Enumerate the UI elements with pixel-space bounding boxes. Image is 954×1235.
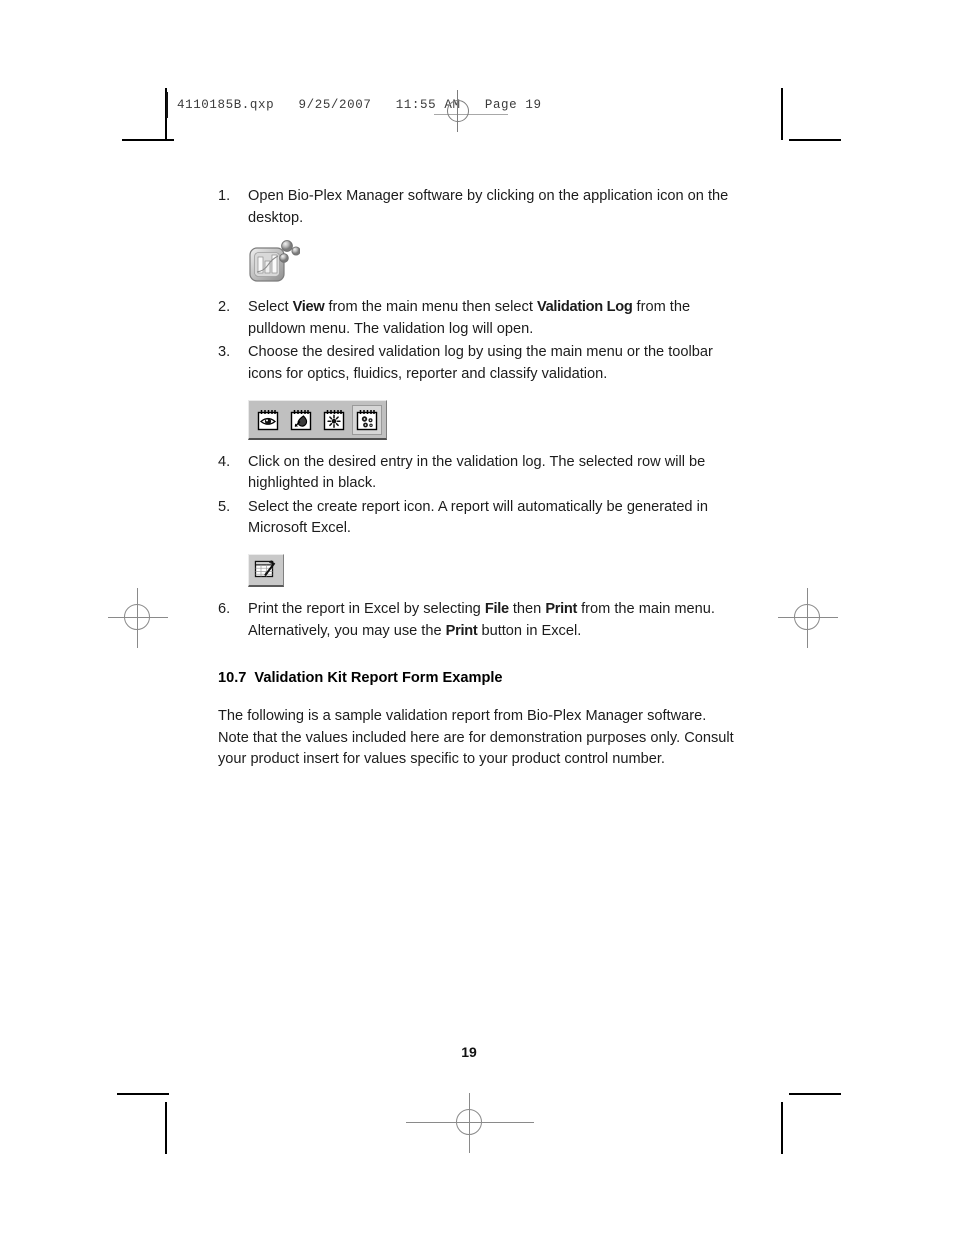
crop-mark-top-right-vertical (781, 88, 783, 140)
instruction-step-5: 5. Select the create report icon. A repo… (218, 497, 734, 540)
instruction-step-2: 2. Select View from the main menu then s… (218, 297, 734, 340)
step-text: Open Bio-Plex Manager software by clicki… (248, 188, 729, 226)
print-header-text: 4110185B.qxp 9/25/2007 11:55 AM Page 19 (177, 98, 542, 112)
menu-name-file: File (484, 600, 509, 617)
step-number: 4. (218, 453, 231, 470)
step-text-part: from the main menu then select (324, 299, 537, 316)
print-button-name: Print (445, 622, 478, 639)
toolbar-button-fluidics-validation[interactable] (286, 404, 316, 435)
page-number-footer: 19 (0, 1044, 954, 1060)
figure-validation-toolbar (248, 399, 734, 440)
crop-mark-bottom-right-vertical (781, 1102, 783, 1154)
registration-circle (447, 100, 469, 122)
instruction-step-1: 1. Open Bio-Plex Manager software by cli… (218, 186, 734, 229)
menu-item-print: Print (545, 600, 578, 617)
step-number: 6. (218, 600, 231, 617)
step-text-part: Print the report in Excel by selecting (248, 600, 485, 617)
crop-mark-bottom-left-horizontal (117, 1093, 169, 1095)
create-report-button[interactable] (248, 553, 284, 587)
step-number: 1. (218, 188, 231, 204)
section-title: Validation Kit Report Form Example (254, 670, 503, 687)
menu-name-view: View (292, 299, 325, 316)
page-number-value: 19 (461, 1044, 477, 1060)
registration-target-left (108, 588, 168, 648)
step-number: 2. (218, 299, 231, 316)
validation-log-toolbar (248, 399, 387, 440)
section-number: 10.7 (218, 670, 247, 687)
step-number: 5. (218, 498, 231, 515)
bio-plex-manager-application-icon (248, 239, 301, 285)
registration-circle (124, 604, 150, 630)
instruction-step-3: 3. Choose the desired validation log by … (218, 342, 734, 385)
instruction-step-6: 6. Print the report in Excel by selectin… (218, 599, 734, 642)
registration-circle (456, 1109, 482, 1135)
figure-create-report-icon (248, 553, 734, 587)
crop-mark-top-left-horizontal (122, 139, 174, 141)
step-text: Choose the desired validation log by usi… (248, 344, 713, 382)
step-text: Select the create report icon. A report … (248, 498, 708, 537)
instruction-step-4: 4. Click on the desired entry in the val… (218, 452, 734, 495)
section-heading: 10.7 Validation Kit Report Form Example (218, 668, 734, 688)
step-number: 3. (218, 344, 231, 361)
page-content: 1. Open Bio-Plex Manager software by cli… (218, 186, 734, 771)
section-paragraph: The following is a sample validation rep… (218, 708, 734, 768)
figure-application-icon (248, 239, 734, 285)
toolbar-button-classify-validation[interactable] (352, 404, 382, 435)
registration-target-bottom-center (406, 1093, 534, 1153)
registration-target-right (778, 588, 838, 648)
menu-item-validation-log: Validation Log (536, 299, 633, 316)
step-text-part: Select (248, 299, 293, 316)
crop-mark-bottom-right-horizontal (789, 1093, 841, 1095)
crop-mark-top-right-horizontal (789, 139, 841, 141)
crop-mark-bottom-left-vertical (165, 1102, 167, 1154)
registration-circle (794, 604, 820, 630)
toolbar-button-optics-validation[interactable] (253, 404, 283, 435)
step-text: Select View from the main menu then sele… (248, 297, 734, 340)
step-text: Click on the desired entry in the valida… (248, 453, 706, 492)
print-header-registration-mark (437, 90, 479, 132)
step-text-part: button in Excel. (477, 622, 582, 639)
toolbar-button-reporter-validation[interactable] (319, 404, 349, 435)
step-text: Print the report in Excel by selecting F… (248, 599, 734, 642)
step-text-part: then (508, 600, 546, 617)
